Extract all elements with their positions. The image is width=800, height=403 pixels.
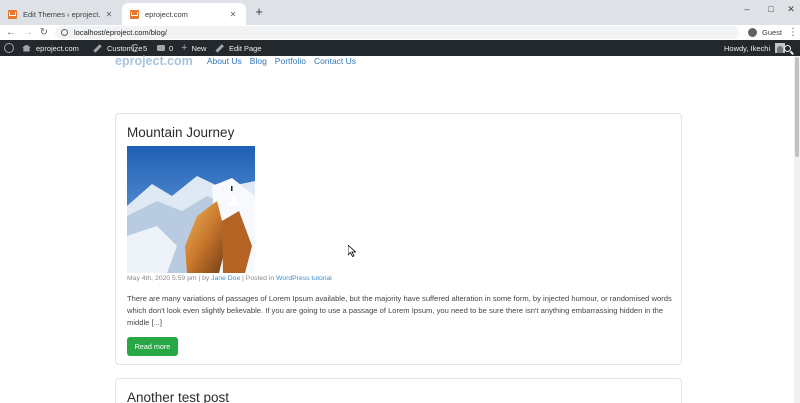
site-navbar: eproject.com About Us Blog Portfolio Con… [115,54,364,68]
meta-separator: | Posted in [240,275,277,282]
window-maximize-button[interactable]: □ [760,3,782,15]
forward-arrow-icon[interactable]: → [21,25,35,40]
wordpress-logo-icon [4,43,14,53]
wordpress-favicon-icon [8,9,17,19]
profile-button[interactable]: Guest [748,26,782,39]
wp-logo-menu[interactable] [4,40,14,56]
back-arrow-icon[interactable]: ← [4,25,18,40]
site-name-label: eproject.com [36,43,79,53]
post-title[interactable]: Mountain Journey [127,125,234,140]
page-scrollbar-thumb[interactable] [795,57,799,157]
browser-menu-icon[interactable]: ⋮ [788,25,798,40]
admin-bar-search[interactable] [784,40,791,56]
meta-separator: | by [196,275,212,282]
search-icon [784,44,791,52]
reload-icon[interactable]: ↻ [37,25,51,40]
plus-icon: + [181,41,188,54]
home-icon [22,44,31,52]
post-category-link[interactable]: WordPress tutorial [276,275,332,282]
post-excerpt: There are many variations of passages of… [127,294,672,327]
updates-icon [131,44,139,52]
post-card: Mountain Journey May 4th, 2020 5:59 pm |… [115,113,682,365]
tab-title: eproject.com [145,9,188,19]
post-author-link[interactable]: Jane Doe [211,275,240,282]
admin-bar-site-name[interactable]: eproject.com [22,40,79,56]
post-card: Another test post [115,378,682,403]
pencil-icon [215,43,224,53]
post-title[interactable]: Another test post [127,390,229,403]
howdy-greeting: Howdy, Ikechi [724,43,771,53]
browser-tabstrip: Edit Themes ‹ eproject.com — W ✕ eprojec… [0,0,800,25]
edit-page-label: Edit Page [229,43,262,53]
tab-close-icon[interactable]: ✕ [104,10,114,19]
profile-avatar-icon [748,28,757,37]
post-date: May 4th, 2020 5:59 pm [127,275,197,282]
updates-count: 5 [143,43,148,53]
window-minimize-button[interactable]: – [736,3,758,15]
mountain-photo [127,146,255,273]
admin-bar-my-account[interactable]: Howdy, Ikechi [724,40,786,56]
new-label: New [191,43,207,53]
nav-link-contact-us[interactable]: Contact Us [314,54,356,68]
new-tab-button[interactable]: + [252,5,266,19]
post-meta: May 4th, 2020 5:59 pm | by Jane Doe | Po… [127,275,332,282]
mouse-cursor-icon [348,245,356,257]
tab-title: Edit Themes ‹ eproject.com — W [23,9,100,19]
tab-eproject[interactable]: eproject.com ✕ [122,3,246,25]
post-thumbnail-image[interactable] [127,146,255,273]
profile-label: Guest [762,28,783,37]
site-info-icon[interactable] [61,29,68,36]
tab-edit-themes[interactable]: Edit Themes ‹ eproject.com — W ✕ [0,3,122,25]
nav-link-portfolio[interactable]: Portfolio [275,54,306,68]
window-close-button[interactable]: ✕ [780,3,800,15]
nav-link-blog[interactable]: Blog [250,54,267,68]
browser-toolbar: ← → ↻ localhost/eproject.com/blog/ Guest… [0,25,800,40]
nav-link-about-us[interactable]: About Us [207,54,242,68]
address-bar[interactable]: localhost/eproject.com/blog/ [55,26,739,39]
paintbrush-icon [93,43,102,53]
comment-bubble-icon [157,45,165,51]
wordpress-favicon-icon [130,9,139,19]
site-brand-logo[interactable]: eproject.com [115,54,193,68]
tab-close-icon[interactable]: ✕ [228,10,238,19]
url-text[interactable]: localhost/eproject.com/blog/ [74,28,167,37]
read-more-button[interactable]: Read more [127,337,178,356]
comments-count: 0 [169,43,174,53]
